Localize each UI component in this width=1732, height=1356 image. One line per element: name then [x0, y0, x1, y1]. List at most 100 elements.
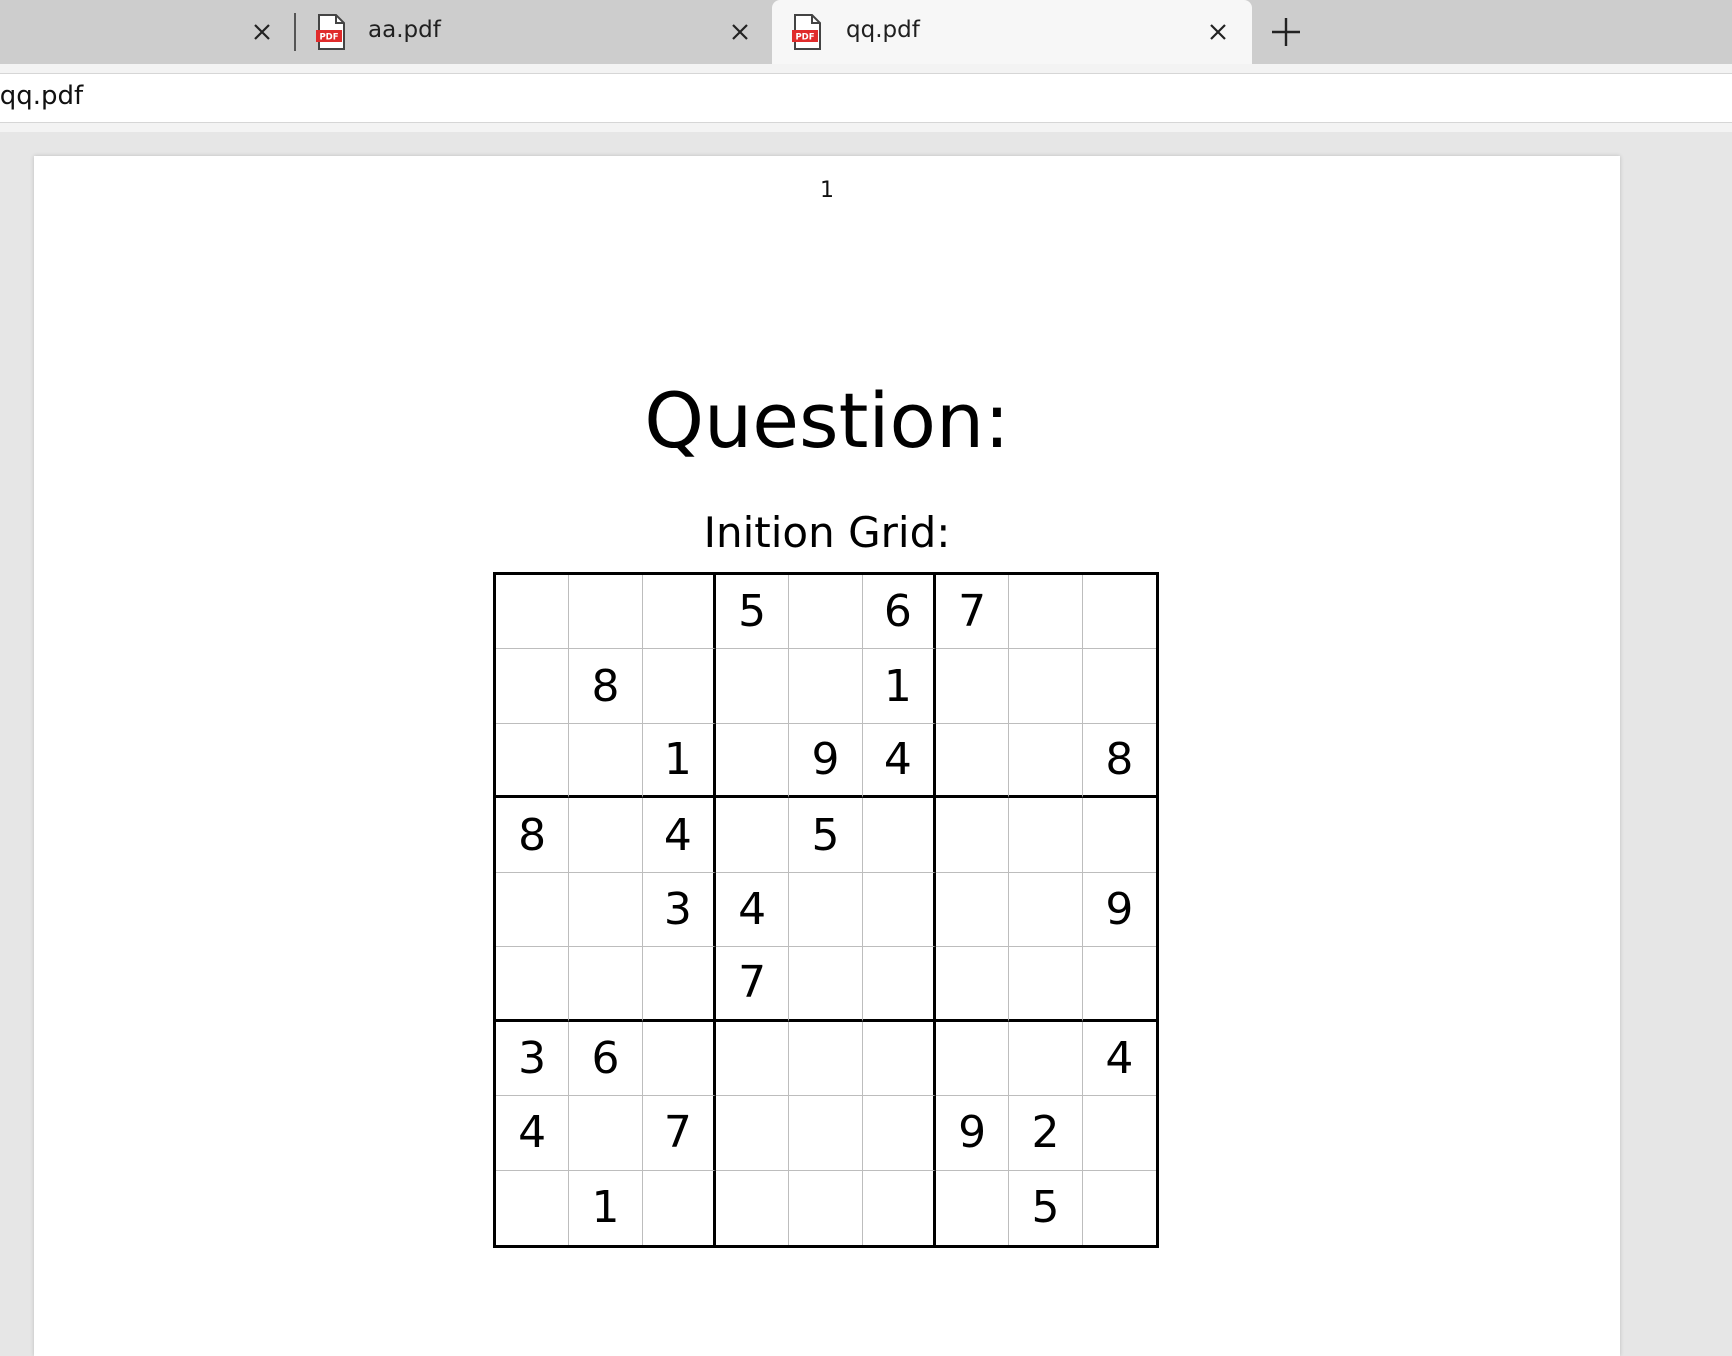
new-tab-button[interactable] [1270, 16, 1302, 48]
grid-cell [569, 872, 643, 948]
grid-cell: 6 [569, 1021, 643, 1097]
pdf-file-icon: PDF [316, 14, 346, 50]
grid-cell [1082, 798, 1156, 873]
sudoku-grid: 5678119488453497364479215 [493, 572, 1159, 1248]
close-icon[interactable] [728, 20, 752, 44]
grid-cell [1082, 575, 1156, 650]
grid-cell: 7 [936, 575, 1010, 650]
grid-cell: 7 [642, 1096, 716, 1171]
tab-0[interactable] [0, 0, 294, 64]
grid-cell [1009, 649, 1083, 724]
page-number: 1 [820, 178, 834, 203]
grid-cell [642, 947, 716, 1022]
grid-cell [789, 1170, 863, 1245]
grid-cell: 9 [1082, 873, 1156, 948]
grid-cell: 4 [1082, 1022, 1156, 1097]
grid-cell [936, 723, 1010, 799]
grid-cell: 1 [862, 649, 936, 724]
grid-cell [496, 723, 570, 799]
grid-cell: 6 [862, 575, 936, 650]
grid-cell [862, 947, 936, 1022]
grid-cell [936, 1021, 1010, 1097]
grid-cell [642, 575, 716, 650]
grid-cell [789, 1096, 863, 1171]
grid-cell [716, 1096, 790, 1171]
grid-cell [862, 1021, 936, 1097]
grid-cell [862, 1096, 936, 1171]
tab-title: aa.pdf [368, 17, 441, 43]
grid-cell [496, 575, 570, 650]
grid-cell [642, 1021, 716, 1097]
grid-cell: 3 [496, 1021, 570, 1097]
grid-cell [936, 798, 1010, 873]
address-url: /qq.pdf [0, 81, 84, 111]
close-icon[interactable] [250, 20, 274, 44]
close-icon[interactable] [1206, 20, 1230, 44]
grid-cell [1009, 1021, 1083, 1097]
grid-cell [569, 1096, 643, 1171]
grid-heading: Inition Grid: [703, 508, 951, 557]
page-title: Question: [644, 376, 1010, 465]
grid-cell [1009, 947, 1083, 1022]
grid-cell: 1 [642, 723, 716, 799]
grid-cell: 9 [936, 1096, 1010, 1171]
tab-aa-pdf[interactable]: PDF aa.pdf [296, 0, 770, 64]
grid-cell [569, 723, 643, 799]
grid-cell [496, 1170, 570, 1245]
pdf-viewer[interactable]: 1 Question: Inition Grid: 56781194884534… [0, 132, 1732, 1356]
grid-cell [716, 1170, 790, 1245]
grid-cell [1082, 1096, 1156, 1171]
grid-cell: 4 [642, 798, 716, 873]
grid-cell [789, 872, 863, 948]
svg-text:PDF: PDF [319, 33, 338, 43]
grid-cell: 8 [1082, 724, 1156, 799]
grid-cell [863, 1170, 936, 1245]
grid-cell [862, 798, 936, 873]
grid-cell [716, 723, 790, 799]
grid-cell [789, 1021, 863, 1097]
grid-cell [789, 947, 863, 1022]
tab-strip: PDF aa.pdf PDF qq.pdf [0, 0, 1732, 64]
grid-cell: 8 [496, 798, 570, 873]
grid-cell [716, 798, 790, 873]
grid-cell: 4 [862, 723, 936, 799]
grid-cell [569, 575, 643, 650]
grid-cell: 5 [789, 798, 863, 873]
grid-cell [1082, 649, 1156, 724]
address-bar: /qq.pdf [0, 64, 1732, 132]
grid-cell [496, 947, 570, 1022]
address-input[interactable]: /qq.pdf [0, 73, 1732, 123]
grid-cell: 4 [496, 1096, 570, 1171]
grid-cell [789, 649, 863, 724]
grid-cell: 8 [569, 649, 643, 724]
grid-cell [569, 947, 643, 1022]
grid-cell [936, 872, 1010, 948]
grid-cell [936, 947, 1010, 1022]
grid-cell [1083, 1171, 1156, 1245]
grid-cell [569, 798, 643, 873]
grid-cell [496, 649, 570, 724]
pdf-file-icon: PDF [792, 14, 822, 50]
grid-cell: 5 [716, 575, 790, 650]
grid-cell [642, 649, 716, 724]
grid-cell [936, 1170, 1010, 1245]
plus-icon [1272, 18, 1300, 46]
pdf-page: 1 Question: Inition Grid: 56781194884534… [34, 156, 1620, 1356]
grid-cell: 5 [1009, 1170, 1083, 1245]
grid-cell [716, 649, 790, 724]
grid-cell: 7 [716, 947, 790, 1022]
grid-cell [862, 872, 936, 948]
tab-title: qq.pdf [846, 17, 920, 43]
grid-cell [496, 872, 570, 948]
grid-cell [1009, 798, 1083, 873]
grid-cell [789, 575, 863, 650]
grid-cell: 2 [1009, 1096, 1083, 1171]
grid-cell [1009, 575, 1083, 650]
grid-cell: 3 [642, 872, 716, 948]
grid-cell: 4 [716, 872, 790, 948]
tab-qq-pdf[interactable]: PDF qq.pdf [772, 0, 1252, 64]
grid-cell [1009, 723, 1083, 799]
grid-cell [716, 1021, 790, 1097]
svg-text:PDF: PDF [795, 33, 814, 43]
grid-cell: 9 [789, 723, 863, 799]
